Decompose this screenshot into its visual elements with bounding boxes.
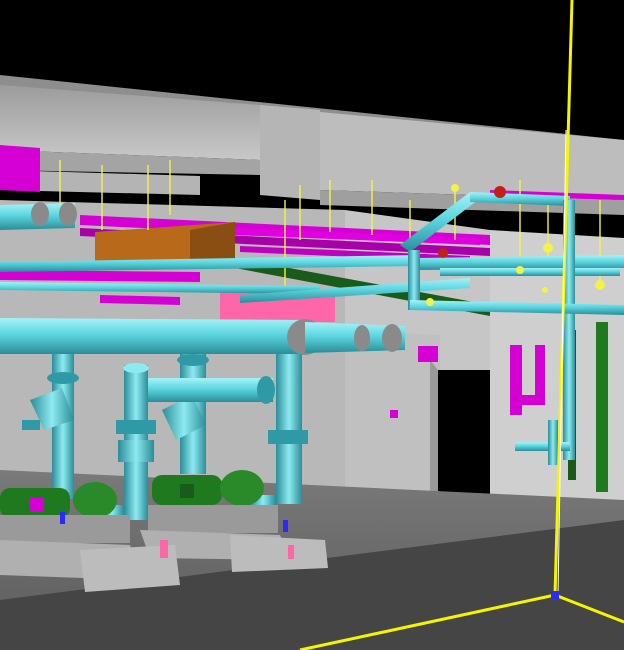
3d-model-viewport[interactable]: [0, 0, 624, 650]
plant-room-scene: [0, 0, 624, 650]
